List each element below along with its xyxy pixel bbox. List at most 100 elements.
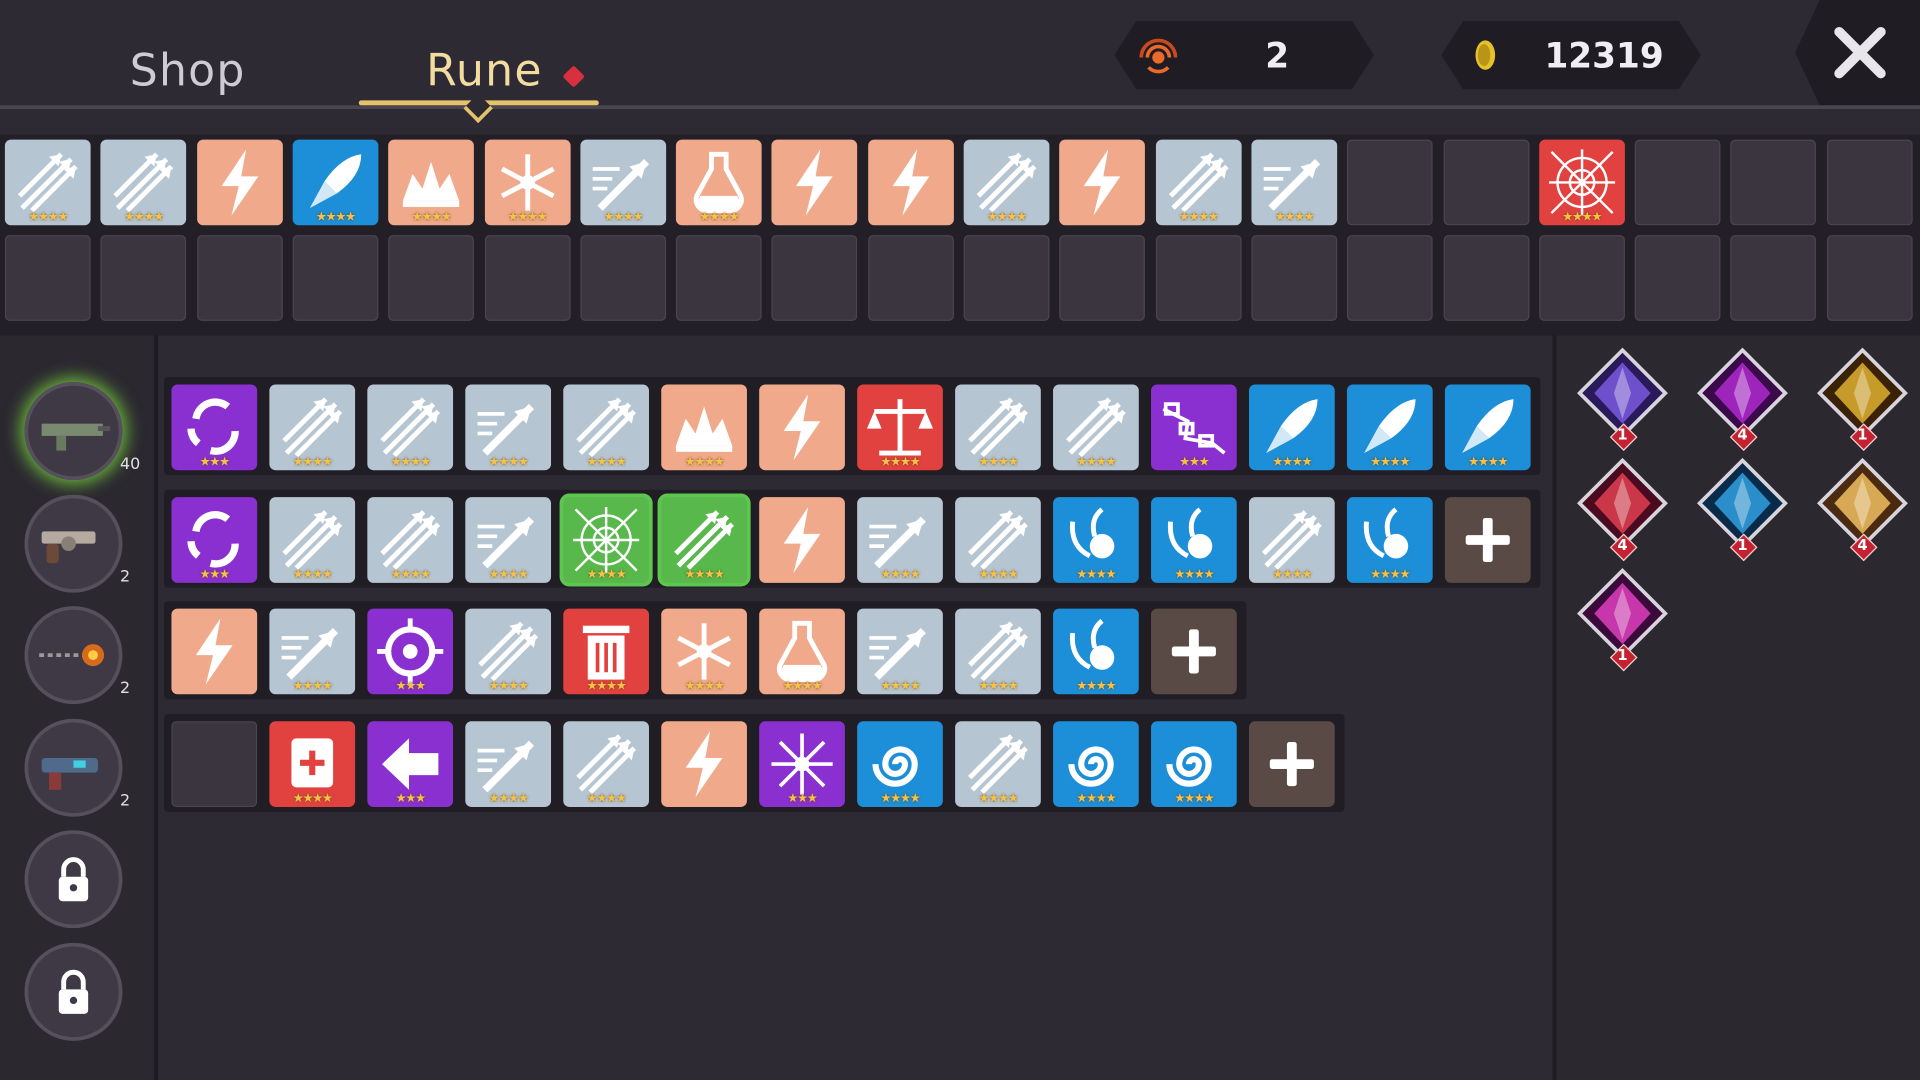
lightning-rune[interactable]	[196, 139, 283, 226]
lightning-rune[interactable]	[759, 384, 845, 471]
pierce-rune[interactable]: ★★★★	[465, 496, 552, 583]
gem-violet-shard[interactable]: 1	[1575, 345, 1671, 452]
lightning-rune[interactable]	[867, 139, 954, 226]
burst-rune[interactable]: ★★★★	[661, 384, 747, 471]
burst-rune[interactable]: ★★★★	[388, 139, 475, 226]
web-rune[interactable]: ★★★★	[1538, 139, 1625, 226]
swirl-rune[interactable]: ★★★★	[1151, 720, 1237, 807]
multishot-rune[interactable]: ★★★★	[963, 139, 1050, 226]
multishot-rune[interactable]: ★★★★	[955, 384, 1041, 471]
rocket-rune[interactable]: ★★★★	[1444, 384, 1531, 471]
weapon-slot-revolver[interactable]: 2	[24, 494, 130, 593]
frost-rune[interactable]: ★★★★	[661, 608, 747, 695]
tab-shop[interactable]: Shop	[130, 47, 246, 97]
inventory-empty-slot[interactable]	[1826, 139, 1913, 226]
chain-rune[interactable]: ★★★	[1151, 384, 1237, 471]
scatter-rune[interactable]: ★★★	[759, 720, 845, 807]
inventory-empty-slot[interactable]	[1347, 235, 1433, 321]
multishot-rune[interactable]: ★★★★	[269, 384, 356, 471]
gem-golden-flare[interactable]: 1	[1815, 345, 1911, 452]
inventory-empty-slot[interactable]	[1347, 139, 1433, 226]
multishot-rune[interactable]: ★★★★	[269, 496, 356, 583]
multishot-rune[interactable]: ★★★★	[955, 608, 1041, 695]
heal-rune[interactable]: ★★★★	[269, 720, 356, 807]
frost-rune[interactable]: ★★★★	[484, 139, 571, 226]
pierce-rune[interactable]: ★★★★	[465, 384, 552, 471]
add-rune-slot-button[interactable]	[1151, 608, 1237, 695]
cycle-rune[interactable]: ★★★	[171, 496, 258, 583]
multishot-rune[interactable]: ★★★★	[661, 496, 747, 583]
inventory-empty-slot[interactable]	[1730, 139, 1817, 226]
multishot-rune[interactable]: ★★★★	[367, 496, 454, 583]
gem-magenta-crystal[interactable]: 1	[1575, 566, 1671, 672]
inventory-empty-slot[interactable]	[4, 235, 91, 321]
arrow-left-rune[interactable]: ★★★	[367, 720, 454, 807]
weapon-slot-assault-rifle[interactable]: 40	[24, 382, 140, 481]
inventory-empty-slot[interactable]	[771, 235, 858, 321]
lightning-rune[interactable]	[771, 139, 858, 226]
inventory-empty-slot[interactable]	[1251, 235, 1338, 321]
pierce-rune[interactable]: ★★★★	[269, 608, 356, 695]
multishot-rune[interactable]: ★★★★	[955, 720, 1041, 807]
weapon-slot-flail[interactable]: 2	[24, 606, 130, 705]
inventory-empty-slot[interactable]	[196, 235, 283, 321]
swirl-rune[interactable]: ★★★★	[857, 720, 943, 807]
close-button[interactable]	[1795, 0, 1920, 106]
multishot-rune[interactable]: ★★★★	[955, 496, 1041, 583]
loadout-empty-slot[interactable]	[171, 720, 258, 807]
gem-void-vortex[interactable]: 4	[1695, 345, 1791, 452]
inventory-empty-slot[interactable]	[1443, 235, 1529, 321]
multishot-rune[interactable]: ★★★★	[465, 608, 552, 695]
inventory-empty-slot[interactable]	[292, 235, 379, 321]
pierce-rune[interactable]: ★★★★	[580, 139, 666, 226]
balance-rune[interactable]: ★★★★	[857, 384, 943, 471]
gem-blue-vortex[interactable]: 1	[1695, 456, 1791, 562]
multishot-rune[interactable]: ★★★★	[1053, 384, 1139, 471]
multishot-rune[interactable]: ★★★★	[563, 720, 649, 807]
trash-rune[interactable]: ★★★★	[563, 608, 649, 695]
inventory-empty-slot[interactable]	[1443, 139, 1529, 226]
lightning-rune[interactable]	[759, 496, 845, 583]
inventory-empty-slot[interactable]	[1634, 139, 1721, 226]
inventory-empty-slot[interactable]	[1826, 235, 1913, 321]
inventory-empty-slot[interactable]	[1634, 235, 1721, 321]
potion-rune[interactable]: ★★★★	[676, 139, 762, 226]
comet-rune[interactable]: ★★★★	[1346, 496, 1433, 583]
inventory-empty-slot[interactable]	[867, 235, 954, 321]
rocket-rune[interactable]: ★★★★	[292, 139, 379, 226]
gem-crimson-flame[interactable]: 4	[1575, 456, 1671, 562]
inventory-empty-slot[interactable]	[484, 235, 571, 321]
inventory-empty-slot[interactable]	[100, 235, 187, 321]
add-rune-slot-button[interactable]	[1248, 720, 1335, 807]
comet-rune[interactable]: ★★★★	[1053, 496, 1139, 583]
rocket-rune[interactable]: ★★★★	[1248, 384, 1335, 471]
comet-rune[interactable]: ★★★★	[1151, 496, 1237, 583]
gem-golden-rays[interactable]: 4	[1815, 456, 1911, 562]
inventory-empty-slot[interactable]	[1059, 235, 1146, 321]
multishot-rune[interactable]: ★★★★	[1248, 496, 1335, 583]
inventory-empty-slot[interactable]	[1730, 235, 1817, 321]
multishot-rune[interactable]: ★★★★	[367, 384, 454, 471]
inventory-empty-slot[interactable]	[1538, 235, 1625, 321]
lightning-rune[interactable]	[1059, 139, 1146, 226]
add-rune-slot-button[interactable]	[1444, 496, 1531, 583]
inventory-empty-slot[interactable]	[388, 235, 475, 321]
weapon-slot-locked[interactable]	[24, 830, 123, 929]
pierce-rune[interactable]: ★★★★	[857, 608, 943, 695]
multishot-rune[interactable]: ★★★★	[1155, 139, 1242, 226]
swirl-rune[interactable]: ★★★★	[1053, 720, 1139, 807]
pierce-rune[interactable]: ★★★★	[1251, 139, 1338, 226]
lightning-rune[interactable]	[661, 720, 747, 807]
cycle-rune[interactable]: ★★★	[171, 384, 258, 471]
pierce-rune[interactable]: ★★★★	[465, 720, 552, 807]
multishot-rune[interactable]: ★★★★	[100, 139, 187, 226]
multishot-rune[interactable]: ★★★★	[4, 139, 91, 226]
target-rune[interactable]: ★★★	[367, 608, 454, 695]
inventory-empty-slot[interactable]	[1155, 235, 1242, 321]
multishot-rune[interactable]: ★★★★	[563, 384, 649, 471]
pierce-rune[interactable]: ★★★★	[857, 496, 943, 583]
inventory-empty-slot[interactable]	[963, 235, 1050, 321]
comet-rune[interactable]: ★★★★	[1053, 608, 1139, 695]
web-rune[interactable]: ★★★★	[563, 496, 649, 583]
weapon-slot-blaster[interactable]: 2	[24, 718, 130, 817]
